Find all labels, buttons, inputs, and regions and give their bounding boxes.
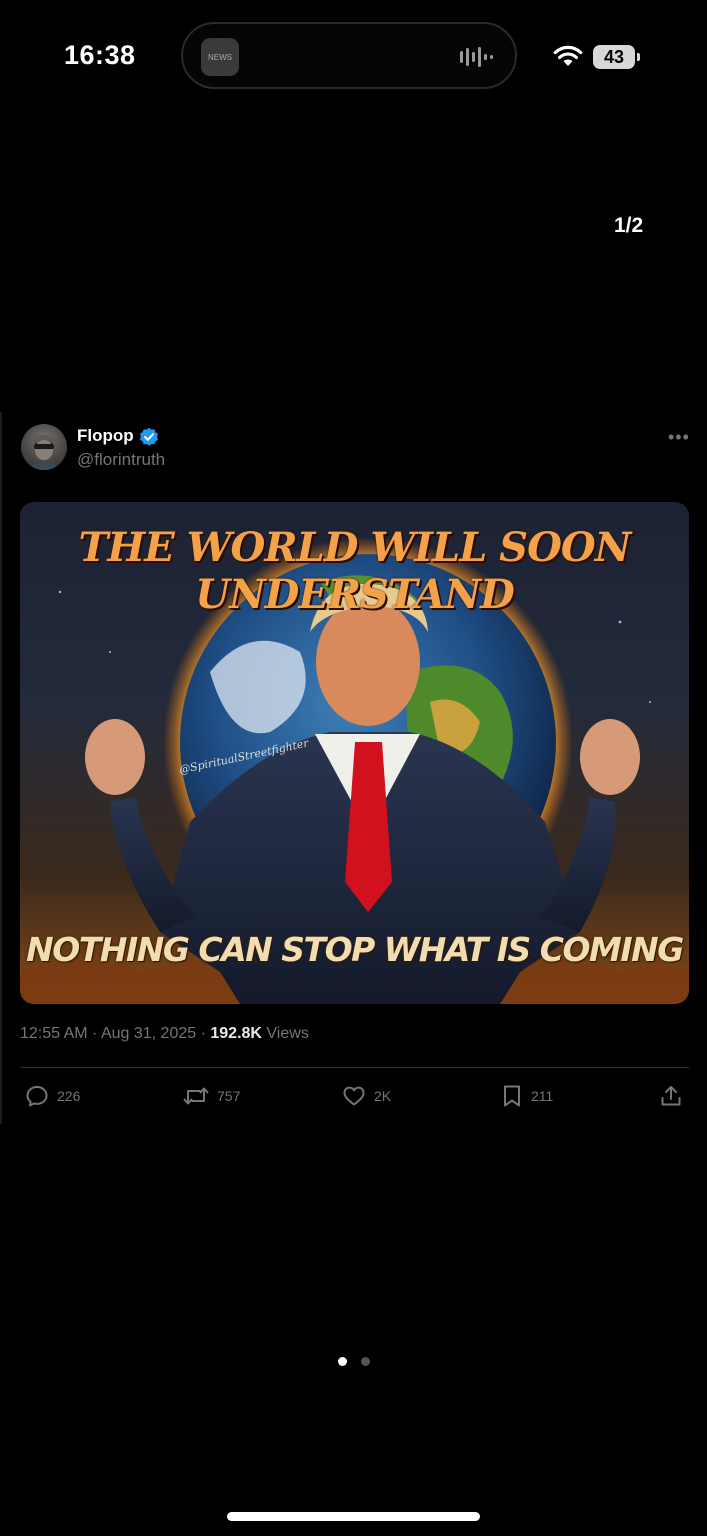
- meta-separator: ·: [87, 1025, 101, 1042]
- more-options-icon[interactable]: •••: [668, 427, 690, 448]
- bookmark-button[interactable]: 211: [501, 1084, 553, 1108]
- reply-icon: [26, 1086, 48, 1107]
- like-count: 2K: [374, 1088, 392, 1104]
- reply-button[interactable]: 226: [25, 1084, 80, 1108]
- audio-wave-icon: [460, 47, 493, 67]
- bookmark-count: 211: [531, 1088, 554, 1104]
- status-time: 16:38: [64, 40, 136, 70]
- heart-icon: [343, 1086, 365, 1106]
- home-indicator[interactable]: [227, 1512, 480, 1521]
- status-bar: 16:38 NEWS 43: [0, 0, 707, 115]
- avatar-image: [25, 435, 63, 470]
- meta-separator: ·: [196, 1025, 211, 1042]
- tweet-date[interactable]: Aug 31, 2025: [101, 1025, 196, 1042]
- avatar[interactable]: [21, 424, 67, 470]
- battery-tip: [637, 53, 640, 61]
- dynamic-island[interactable]: NEWS: [181, 22, 517, 89]
- tweet-media[interactable]: THE WORLD WILL SOON UNDERSTAND @Spiritua…: [20, 502, 689, 1004]
- screenshot-edge: [0, 412, 2, 1124]
- page-indicator: [0, 1357, 707, 1366]
- author-handle[interactable]: @florintruth: [77, 450, 165, 470]
- tweet-card: Flopop @florintruth ••• THE WORLD WILL S…: [0, 412, 707, 1124]
- like-button[interactable]: 2K: [342, 1084, 391, 1108]
- tweet-meta: 12:55 AM · Aug 31, 2025 · 192.8K Views: [20, 1025, 309, 1043]
- now-playing-app-icon: NEWS: [201, 38, 239, 76]
- repost-button[interactable]: 757: [183, 1084, 240, 1108]
- divider: [20, 1067, 689, 1068]
- bookmark-icon: [504, 1085, 520, 1107]
- media-caption: NOTHING CAN STOP WHAT IS COMING: [26, 930, 684, 969]
- views-count[interactable]: 192.8K: [210, 1025, 262, 1042]
- share-icon: [661, 1086, 681, 1106]
- verified-badge-icon: [140, 427, 158, 446]
- views-label: Views: [266, 1025, 309, 1042]
- page-counter: 1/2: [614, 214, 644, 237]
- page-dot-1[interactable]: [337, 1357, 347, 1366]
- repost-icon: [183, 1087, 209, 1105]
- repost-count: 757: [217, 1088, 241, 1104]
- battery-indicator: 43: [593, 45, 635, 69]
- page-dot-2[interactable]: [360, 1357, 370, 1366]
- share-button[interactable]: [659, 1084, 683, 1108]
- author-name[interactable]: Flopop: [77, 426, 134, 446]
- tweet-time[interactable]: 12:55 AM: [20, 1025, 88, 1042]
- media-headline: THE WORLD WILL SOON UNDERSTAND: [78, 524, 632, 618]
- reply-count: 226: [57, 1088, 81, 1104]
- wifi-icon: [553, 45, 583, 66]
